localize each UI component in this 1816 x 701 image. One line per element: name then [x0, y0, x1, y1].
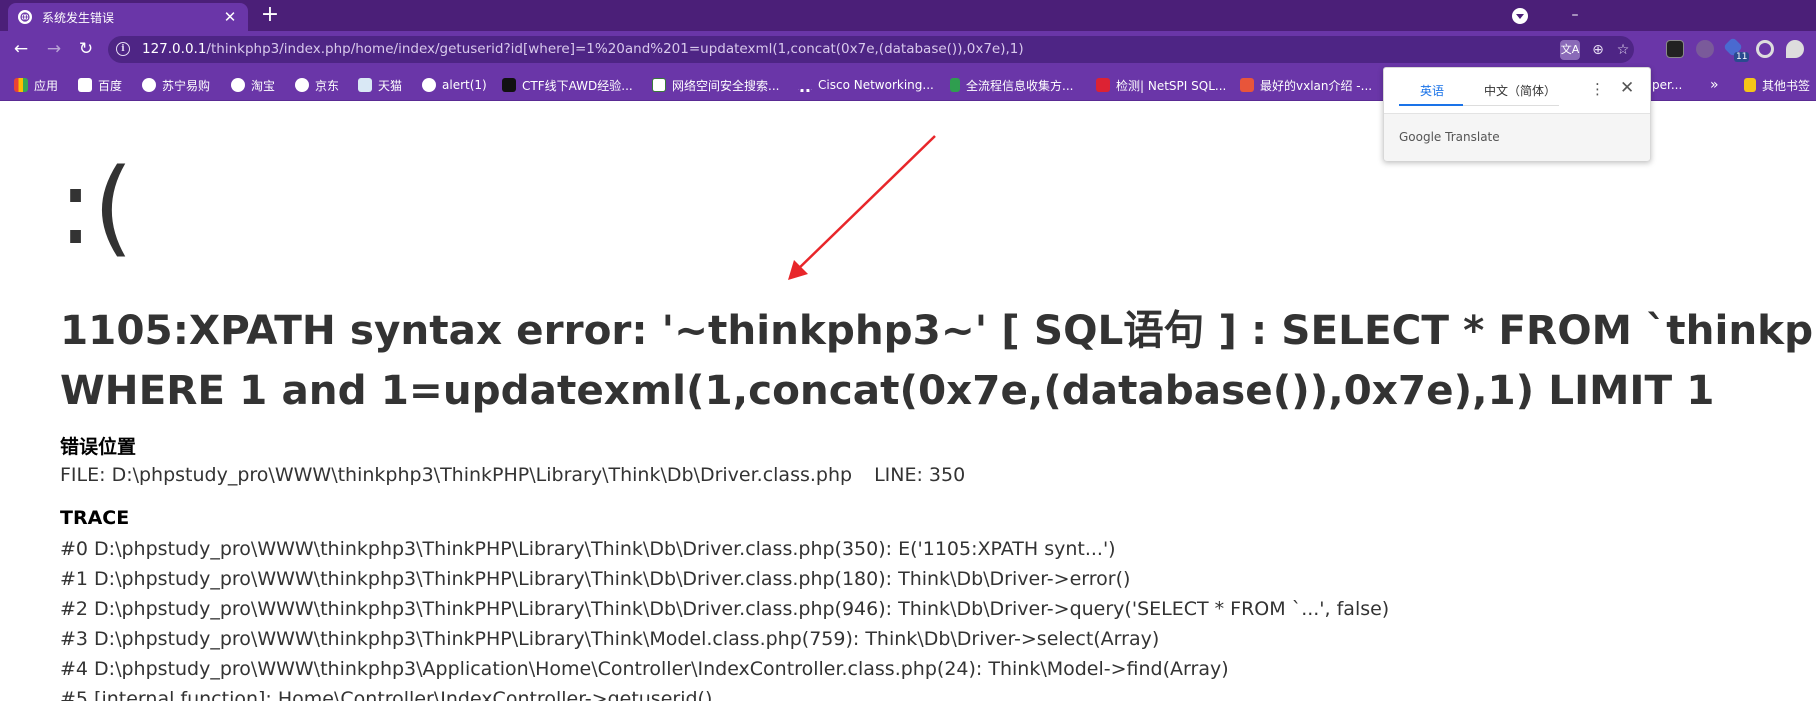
back-arrow-icon[interactable]: ←	[9, 37, 33, 61]
bookmark-label: per...	[1652, 78, 1683, 92]
url-path: /thinkphp3/index.php/home/index/getuseri…	[206, 41, 1024, 57]
extension-icon-5[interactable]	[1786, 40, 1804, 58]
trace-line: #5 [internal function]: Home\Controller\…	[60, 688, 713, 701]
brand-google: Google	[1399, 130, 1442, 144]
bookmark-label: 淘宝	[251, 78, 276, 93]
bookmark-other-folder[interactable]: 其他书签	[1744, 76, 1810, 94]
gear-extension-icon[interactable]	[1696, 40, 1714, 58]
url-host: 127.0.0.1	[142, 41, 207, 57]
translate-tab-source[interactable]: 英语	[1420, 82, 1444, 99]
bookmark-cisco[interactable]: Cisco Networking...	[798, 76, 934, 94]
netspi-icon	[1096, 78, 1110, 92]
site-info-icon[interactable]: i	[116, 42, 130, 56]
bookmark-ctf[interactable]: CTF线下AWD经验...	[502, 76, 633, 94]
close-icon[interactable]: ✕	[1620, 78, 1634, 98]
sad-face: :(	[58, 146, 134, 268]
bookmark-alert[interactable]: alert(1)	[422, 76, 487, 94]
translate-tab-target[interactable]: 中文（简体）	[1484, 82, 1556, 99]
address-bar[interactable]: i 127.0.0.1/thinkphp3/index.php/home/ind…	[108, 36, 1634, 63]
globe-icon	[422, 78, 436, 92]
globe-icon	[18, 10, 32, 24]
error-file-line: FILE: D:\phpstudy_pro\WWW\thinkphp3\Thin…	[60, 464, 965, 486]
bookmark-baidu[interactable]: 百度	[78, 76, 122, 94]
trace-line: #3 D:\phpstudy_pro\WWW\thinkphp3\ThinkPH…	[60, 628, 1160, 650]
bookmarks-overflow-chevron-icon[interactable]: »	[1710, 76, 1719, 94]
bookmark-apps[interactable]: 应用	[14, 76, 58, 94]
bookmark-tmall[interactable]: 天猫	[358, 76, 402, 94]
apps-grid-icon	[14, 78, 28, 92]
trace-title: TRACE	[60, 507, 130, 529]
bookmark-label: 检测| NetSPI SQL...	[1116, 78, 1227, 93]
document-icon	[950, 78, 960, 92]
error-message-line-1: 1105:XPATH syntax error: '~thinkphp3~' […	[60, 306, 1816, 354]
tab-title: 系统发生错误	[42, 10, 115, 25]
bookmark-vxlan[interactable]: 最好的vxlan介绍 -...	[1240, 76, 1372, 94]
bookmark-label: 应用	[34, 78, 59, 93]
trace-line: #1 D:\phpstudy_pro\WWW\thinkphp3\ThinkPH…	[60, 568, 1131, 590]
bookmark-label: 苏宁易购	[162, 78, 211, 93]
bookmark-label: 其他书签	[1762, 78, 1811, 93]
extension-icon-4[interactable]	[1756, 40, 1774, 58]
bookmark-label: 网络空间安全搜索...	[672, 78, 780, 93]
browser-toolbar: ← → ↻ i 127.0.0.1/thinkphp3/index.php/ho…	[0, 31, 1816, 68]
bookmark-cyberspace[interactable]: 网络空间安全搜索...	[652, 76, 779, 94]
reload-icon[interactable]: ↻	[74, 37, 98, 61]
new-tab-icon[interactable]: +	[258, 4, 282, 28]
search-engine-icon	[652, 78, 666, 92]
browser-tab[interactable]: 系统发生错误 ✕	[8, 3, 248, 31]
tmall-icon	[358, 78, 372, 92]
globe-icon	[142, 78, 156, 92]
bookmark-suning[interactable]: 苏宁易购	[142, 76, 210, 94]
bookmark-truncated[interactable]: per...	[1652, 76, 1682, 94]
bookmark-jd[interactable]: 京东	[295, 76, 339, 94]
error-line-number: LINE: 350	[874, 464, 966, 486]
bookmark-label: 全流程信息收集方...	[966, 78, 1074, 93]
globe-icon	[231, 78, 245, 92]
tab-close-icon[interactable]: ✕	[222, 9, 238, 25]
extension-badge: 11	[1734, 52, 1750, 62]
trace-line: #2 D:\phpstudy_pro\WWW\thinkphp3\ThinkPH…	[60, 598, 1390, 620]
translate-icon[interactable]: 文A	[1560, 40, 1580, 60]
error-file: FILE: D:\phpstudy_pro\WWW\thinkphp3\Thin…	[60, 464, 853, 486]
translate-footer: Google Translate	[1384, 113, 1650, 161]
tab-search-icon[interactable]	[1512, 8, 1528, 24]
bookmark-label: CTF线下AWD经验...	[522, 78, 633, 93]
url-text[interactable]: 127.0.0.1/thinkphp3/index.php/home/index…	[142, 36, 1024, 63]
forward-arrow-icon[interactable]: →	[42, 37, 66, 61]
overflow-label: »	[1710, 77, 1719, 93]
bookmark-taobao[interactable]: 淘宝	[231, 76, 275, 94]
zoom-icon[interactable]: ⊕	[1588, 40, 1608, 60]
bookmark-label: 最好的vxlan介绍 -...	[1260, 78, 1373, 93]
bookmark-star-icon[interactable]: ☆	[1613, 40, 1633, 60]
error-location-title: 错误位置	[60, 436, 137, 458]
bookmark-label: 百度	[98, 78, 123, 93]
cisco-icon	[798, 78, 812, 92]
translate-popup: 英语 中文（简体） ⋮ ✕ Google Translate	[1383, 67, 1651, 161]
ctf-icon	[502, 78, 516, 92]
bookmark-label: alert(1)	[442, 78, 487, 92]
tab-strip: 系统发生错误 ✕ + –	[0, 0, 1816, 31]
bookmark-label: 天猫	[378, 78, 403, 93]
trace-line: #4 D:\phpstudy_pro\WWW\thinkphp3\Applica…	[60, 658, 1229, 680]
bookmark-label: Cisco Networking...	[818, 78, 934, 92]
bookmark-info-gathering[interactable]: 全流程信息收集方...	[950, 76, 1073, 94]
brand-translate: Translate	[1445, 130, 1500, 144]
error-message-line-2: WHERE 1 and 1=updatexml(1,concat(0x7e,(d…	[60, 366, 1715, 414]
annotation-arrow	[788, 135, 936, 280]
jianshu-icon	[1240, 78, 1254, 92]
minimize-icon[interactable]: –	[1560, 2, 1590, 28]
active-tab-indicator	[1399, 104, 1463, 106]
more-options-icon[interactable]: ⋮	[1590, 80, 1605, 98]
bookmark-netspi[interactable]: 检测| NetSPI SQL...	[1096, 76, 1226, 94]
baidu-icon	[78, 78, 92, 92]
extension-icon-1[interactable]	[1666, 40, 1684, 58]
folder-icon	[1744, 78, 1756, 92]
globe-icon	[295, 78, 309, 92]
trace-line: #0 D:\phpstudy_pro\WWW\thinkphp3\ThinkPH…	[60, 538, 1116, 560]
error-message: 1105:XPATH syntax error: '~thinkphp3~' […	[60, 300, 1816, 420]
bookmark-label: 京东	[315, 78, 340, 93]
google-translate-logo: Google Translate	[1399, 130, 1500, 144]
